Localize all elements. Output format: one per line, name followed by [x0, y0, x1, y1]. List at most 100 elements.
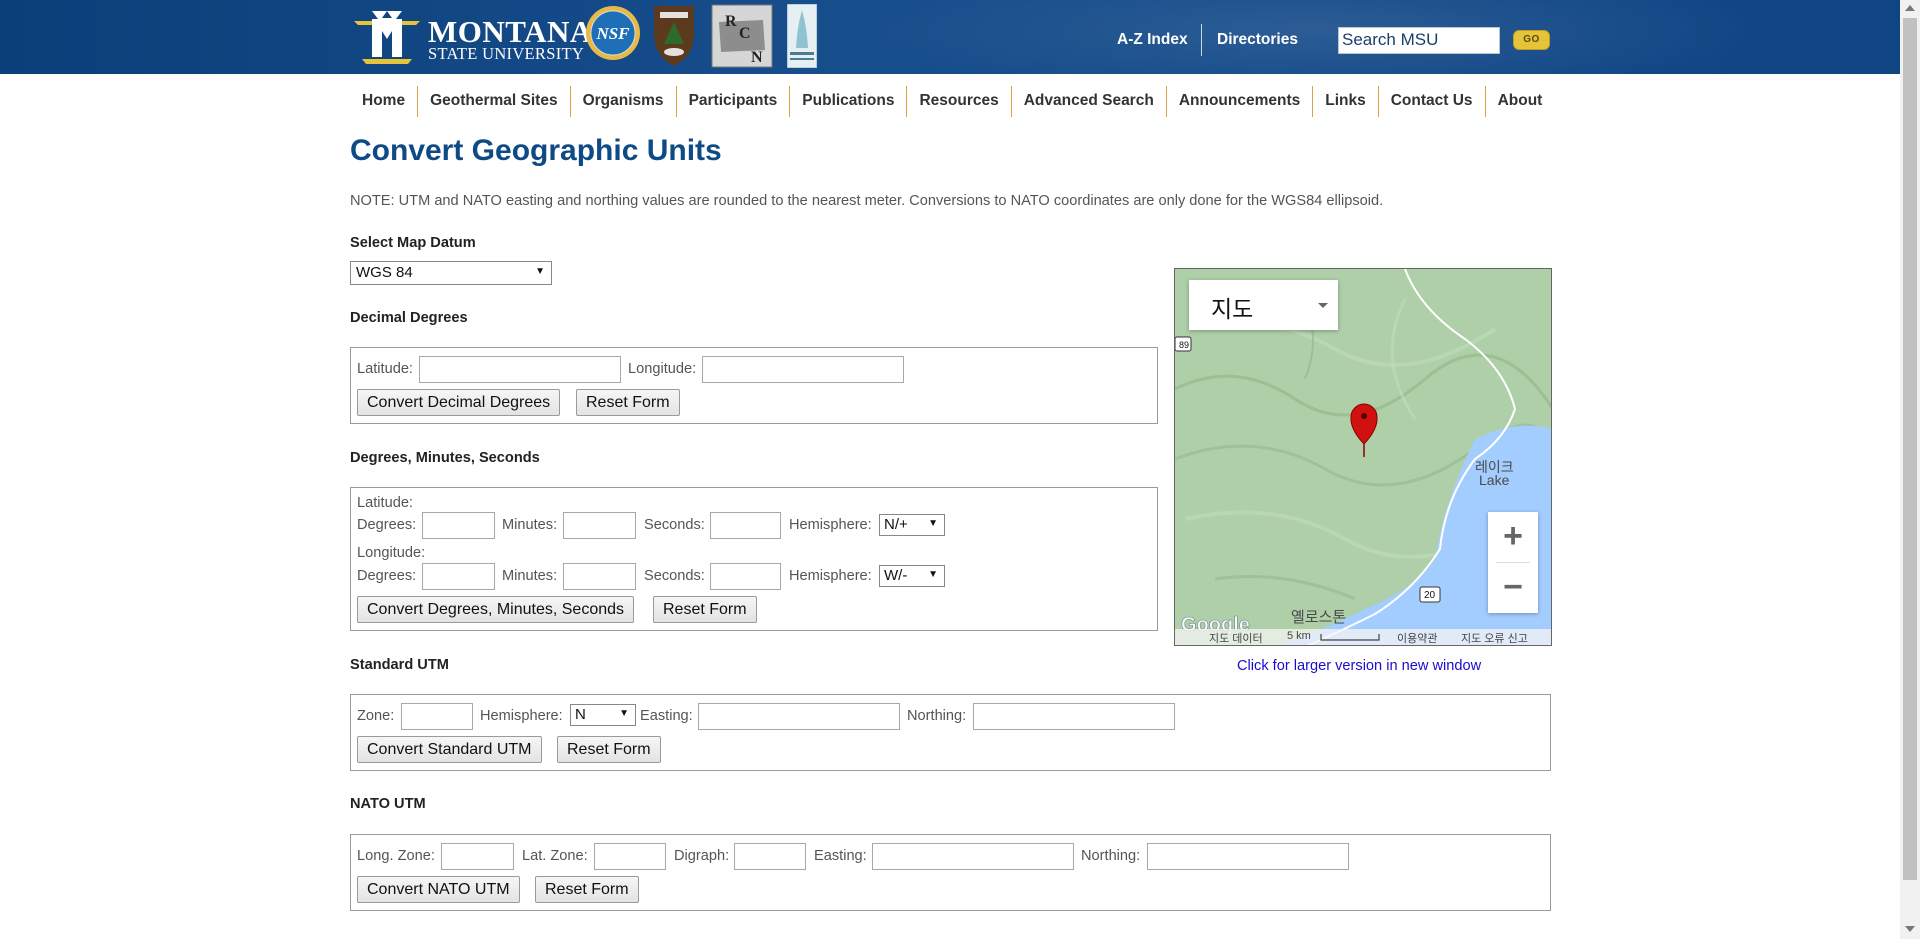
nav-item-contact-us[interactable]: Contact Us — [1379, 86, 1486, 117]
zoom-in-button[interactable]: + — [1488, 512, 1538, 562]
dms-lon-hemisphere-select[interactable]: W/- ▼ — [879, 565, 945, 587]
map-scale-label: 5 km — [1287, 630, 1311, 642]
dms-lat-minutes-input[interactable] — [563, 512, 636, 539]
datum-label: Select Map Datum — [350, 235, 476, 251]
dms-lat-hemisphere-label: Hemisphere: — [789, 517, 872, 533]
nav-item-about[interactable]: About — [1486, 86, 1555, 117]
nato-digraph-label: Digraph: — [674, 848, 730, 864]
page-scrollbar[interactable] — [1900, 0, 1920, 939]
nato-digraph-input[interactable] — [734, 843, 806, 870]
utm-easting-input[interactable] — [698, 703, 900, 730]
dms-longitude-label: Longitude: — [357, 545, 426, 561]
utm-hemisphere-label: Hemisphere: — [480, 708, 563, 724]
dms-lon-minutes-label: Minutes: — [502, 568, 558, 584]
utm-zone-input[interactable] — [401, 703, 473, 730]
map-type-value: 지도 — [1211, 296, 1254, 322]
nato-lat-zone-label: Lat. Zone: — [522, 848, 588, 864]
nato-easting-input[interactable] — [872, 843, 1074, 870]
map-scale-bar — [1320, 634, 1380, 641]
nav-item-links[interactable]: Links — [1313, 86, 1379, 117]
chevron-down-icon: ▼ — [928, 569, 938, 580]
az-index-link[interactable]: A-Z Index — [1117, 31, 1188, 49]
decimal-reset-button[interactable]: Reset Form — [576, 389, 680, 416]
nav-item-announcements[interactable]: Announcements — [1167, 86, 1314, 117]
yellowstone-logo-icon[interactable] — [787, 4, 817, 68]
decimal-latitude-input[interactable] — [419, 356, 621, 383]
utm-easting-label: Easting: — [640, 708, 693, 724]
nsf-logo-text: NSF — [595, 24, 630, 43]
utm-northing-input[interactable] — [973, 703, 1175, 730]
chevron-down-icon — [1318, 303, 1328, 308]
dms-lat-seconds-label: Seconds: — [644, 517, 705, 533]
dms-lon-hemisphere-value: W/- — [884, 567, 908, 584]
convert-standard-utm-button[interactable]: Convert Standard UTM — [357, 736, 542, 763]
dms-lat-hemisphere-select[interactable]: N/+ ▼ — [879, 514, 945, 536]
dms-reset-button[interactable]: Reset Form — [653, 596, 757, 623]
map-data-link[interactable]: 지도 데이터 — [1209, 630, 1263, 645]
nav-item-participants[interactable]: Participants — [677, 86, 791, 117]
scroll-up-arrow-icon[interactable] — [1905, 5, 1915, 11]
page-note: NOTE: UTM and NATO easting and northing … — [350, 193, 1384, 209]
nato-long-zone-input[interactable] — [441, 843, 514, 870]
utm-hemisphere-select[interactable]: N ▼ — [570, 704, 636, 726]
decimal-longitude-input[interactable] — [702, 356, 904, 383]
dms-heading: Degrees, Minutes, Seconds — [350, 450, 540, 466]
header-link-divider — [1201, 24, 1202, 56]
svg-text:R: R — [725, 13, 737, 30]
rcn-logo-icon[interactable]: R C N — [711, 4, 773, 68]
dms-lat-seconds-input[interactable] — [710, 512, 781, 539]
datum-select[interactable]: WGS 84 ▼ — [350, 261, 552, 285]
nav-item-organisms[interactable]: Organisms — [571, 86, 677, 117]
nato-northing-input[interactable] — [1147, 843, 1349, 870]
nsf-logo-icon[interactable]: NSF — [584, 4, 642, 62]
route-89-label: 89 — [1179, 340, 1189, 350]
convert-dms-button[interactable]: Convert Degrees, Minutes, Seconds — [357, 596, 635, 623]
route-20-label: 20 — [1424, 590, 1436, 601]
dms-lon-seconds-label: Seconds: — [644, 568, 705, 584]
map-terms-link[interactable]: 이용약관 — [1397, 630, 1437, 645]
nav-item-geothermal-sites[interactable]: Geothermal Sites — [418, 86, 571, 117]
directories-link[interactable]: Directories — [1217, 31, 1298, 49]
msu-logo-line2[interactable]: STATE UNIVERSITY — [428, 44, 584, 64]
nato-easting-label: Easting: — [814, 848, 867, 864]
utm-reset-button[interactable]: Reset Form — [557, 736, 661, 763]
svg-text:N: N — [751, 49, 763, 66]
msu-m-logo[interactable] — [352, 9, 422, 65]
standard-utm-heading: Standard UTM — [350, 657, 449, 673]
larger-map-link[interactable]: Click for larger version in new window — [1237, 658, 1481, 674]
map-type-select[interactable]: 지도 — [1189, 280, 1338, 330]
utm-hemisphere-value: N — [575, 706, 586, 723]
dms-form: Latitude: Degrees: Minutes: Seconds: Hem… — [350, 487, 1158, 631]
dms-lon-hemisphere-label: Hemisphere: — [789, 568, 872, 584]
scroll-down-arrow-icon[interactable] — [1905, 926, 1915, 932]
dms-lon-seconds-input[interactable] — [710, 563, 781, 590]
location-map[interactable]: 89 20 Google 레이크 Lake 옐로스톤 지도 + − 지도 데이터… — [1174, 268, 1552, 646]
nav-item-publications[interactable]: Publications — [790, 86, 908, 117]
dms-lat-minutes-label: Minutes: — [502, 517, 558, 533]
nato-utm-heading: NATO UTM — [350, 796, 426, 812]
convert-decimal-degrees-button[interactable]: Convert Decimal Degrees — [357, 389, 561, 416]
nav-item-advanced-search[interactable]: Advanced Search — [1012, 86, 1167, 117]
map-report-link[interactable]: 지도 오류 신고 — [1461, 630, 1528, 645]
dms-lon-degrees-label: Degrees: — [357, 568, 417, 584]
scrollbar-thumb[interactable] — [1903, 18, 1917, 880]
main-nav: Home Geothermal Sites Organisms Particip… — [350, 86, 1554, 118]
nato-long-zone-label: Long. Zone: — [357, 848, 435, 864]
dms-lat-degrees-input[interactable] — [422, 512, 495, 539]
chevron-down-icon: ▼ — [535, 266, 545, 277]
nato-northing-label: Northing: — [1081, 848, 1141, 864]
nato-reset-button[interactable]: Reset Form — [535, 876, 639, 903]
nato-lat-zone-input[interactable] — [594, 843, 666, 870]
search-go-button[interactable]: GO — [1513, 30, 1550, 50]
zoom-out-button[interactable]: − — [1488, 563, 1538, 613]
convert-nato-utm-button[interactable]: Convert NATO UTM — [357, 876, 520, 903]
dms-lon-degrees-input[interactable] — [422, 563, 495, 590]
datum-selected-value: WGS 84 — [356, 264, 413, 281]
map-zoom-control: + − — [1488, 512, 1538, 613]
nps-arrowhead-icon[interactable] — [650, 4, 698, 68]
nav-item-resources[interactable]: Resources — [907, 86, 1012, 117]
nav-item-home[interactable]: Home — [350, 86, 419, 117]
dms-latitude-label: Latitude: — [357, 495, 413, 511]
dms-lon-minutes-input[interactable] — [563, 563, 636, 590]
search-input[interactable]: Search MSU — [1338, 27, 1500, 54]
